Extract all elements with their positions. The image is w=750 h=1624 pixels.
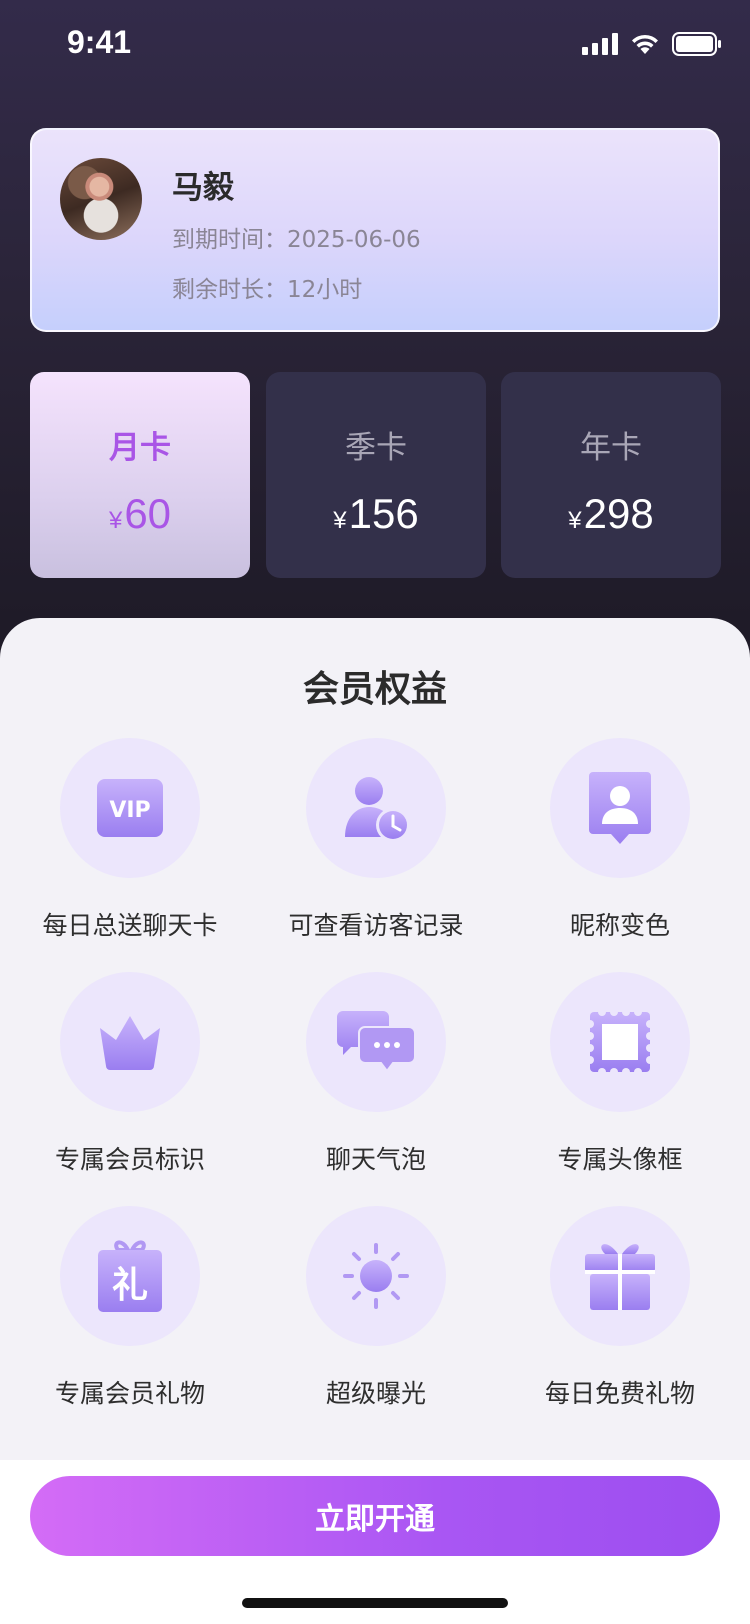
nickname-badge-icon [589, 772, 651, 844]
benefit-icon-circle [550, 738, 690, 878]
benefit-icon-circle [306, 738, 446, 878]
plan-quarterly[interactable]: 季卡 ¥156 [266, 372, 486, 578]
benefit-icon-circle: 礼 [60, 1206, 200, 1346]
benefit-label: 可查看访客记录 [288, 911, 464, 940]
plan-price: ¥60 [30, 490, 250, 538]
plan-name: 月卡 [109, 430, 171, 466]
benefit-label: 每日总送聊天卡 [42, 911, 218, 940]
wifi-icon [632, 34, 658, 54]
plan-name: 季卡 [345, 430, 407, 466]
benefit-icon-circle [550, 972, 690, 1112]
plan-yearly[interactable]: 年卡 ¥298 [501, 372, 721, 578]
benefit-label: 专属会员礼物 [54, 1379, 205, 1408]
svg-text:VIP: VIP [109, 798, 150, 823]
benefit-icon-circle [306, 972, 446, 1112]
profile-name: 马毅 [172, 170, 234, 206]
battery-icon [672, 32, 721, 56]
vip-card-icon: VIP [97, 779, 163, 837]
benefit-label: 专属会员标识 [54, 1145, 205, 1174]
currency-symbol: ¥ [568, 507, 582, 534]
chat-bubble-icon [337, 1011, 415, 1073]
avatar[interactable] [60, 158, 142, 240]
present-icon [585, 1244, 655, 1310]
profile-card: 马毅 到期时间：2025-06-06 剩余时长：12小时 [30, 128, 720, 332]
visitor-clock-icon [345, 777, 410, 842]
price-value: 298 [583, 490, 654, 537]
plan-price: ¥298 [501, 490, 721, 538]
remain-value: 12小时 [287, 277, 363, 303]
benefit-label: 昵称变色 [569, 911, 670, 940]
plan-price: ¥156 [266, 490, 486, 538]
sun-icon [343, 1243, 409, 1309]
expire-label: 到期时间： [172, 227, 287, 253]
status-bar: 9:41 [0, 0, 750, 90]
benefit-icon-circle [550, 1206, 690, 1346]
benefit-label: 专属头像框 [557, 1145, 683, 1174]
expire-row: 到期时间：2025-06-06 [172, 220, 421, 254]
currency-symbol: ¥ [333, 507, 347, 534]
benefit-label: 每日免费礼物 [544, 1379, 695, 1408]
plan-monthly[interactable]: 月卡 ¥60 [30, 372, 250, 578]
signal-icon [582, 33, 618, 55]
svg-text:礼: 礼 [112, 1265, 148, 1306]
status-time: 9:41 [67, 24, 132, 60]
remain-row: 剩余时长：12小时 [172, 270, 362, 304]
avatar-frame-icon [586, 1008, 654, 1076]
remain-label: 剩余时长： [172, 277, 287, 303]
benefit-icon-circle: VIP [60, 738, 200, 878]
currency-symbol: ¥ [108, 507, 123, 534]
gift-box-icon: 礼 [98, 1240, 162, 1312]
activate-button[interactable]: 立即开通 [30, 1476, 720, 1556]
expire-value: 2025-06-06 [287, 227, 421, 253]
benefits-panel: 会员权益 VIP 每日总送聊天卡 可查看访客记录 昵称变色 专属会员标识 聊天气… [0, 618, 750, 1460]
benefit-label: 超级曝光 [325, 1379, 426, 1408]
benefit-icon-circle [60, 972, 200, 1112]
price-value: 60 [124, 490, 172, 537]
crown-icon [100, 1016, 160, 1070]
benefits-title: 会员权益 [302, 669, 447, 710]
plan-name: 年卡 [580, 430, 642, 466]
home-indicator [242, 1598, 508, 1608]
benefit-label: 聊天气泡 [325, 1145, 426, 1174]
benefit-icon-circle [306, 1206, 446, 1346]
bottom-bar: 立即开通 [0, 1460, 750, 1624]
price-value: 156 [348, 490, 419, 537]
status-icons [582, 32, 722, 56]
